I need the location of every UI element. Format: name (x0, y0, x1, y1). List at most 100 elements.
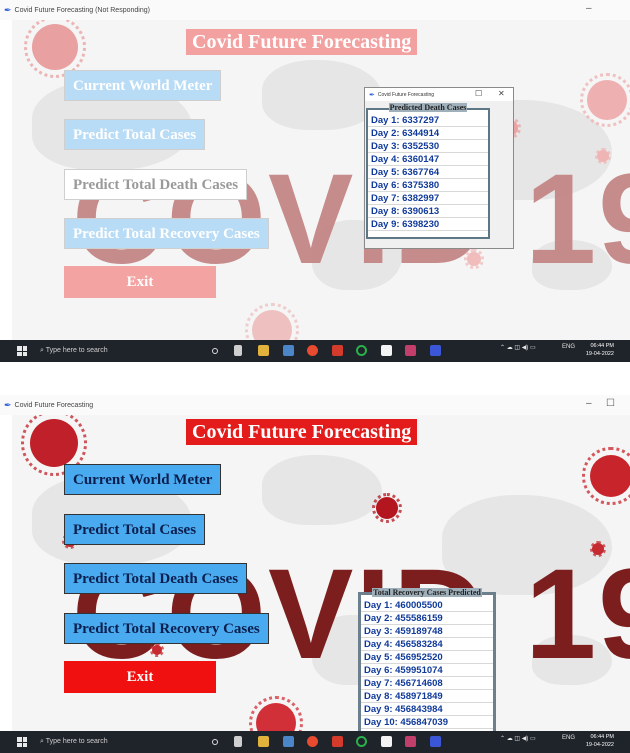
group-title-text: Predicted Death Cases (388, 103, 468, 112)
predict-total-death-cases-button[interactable]: Predict Total Death Cases (64, 169, 248, 200)
recovery-list: Day 1: 460005500 Day 2: 455586159 Day 3:… (361, 599, 493, 729)
task-view-icon[interactable] (212, 348, 218, 354)
app-canvas: COVID 19 Covid Future Forecasting Curren… (12, 20, 630, 340)
list-item: Day 10: 456847039 (361, 716, 493, 729)
virus-icon (582, 447, 630, 505)
search-placeholder: Type here to search (45, 347, 108, 354)
predict-total-death-cases-button[interactable]: Predict Total Death Cases (64, 563, 248, 594)
feather-icon[interactable] (430, 345, 441, 356)
predict-total-recovery-cases-button[interactable]: Predict Total Recovery Cases (64, 218, 269, 249)
windows-start-icon[interactable] (17, 346, 27, 356)
taskbar-search[interactable]: ⌕ Type here to search (36, 343, 196, 359)
list-item: Day 5: 456952520 (361, 651, 493, 664)
taskbar-app-icon[interactable] (405, 736, 416, 747)
list-item: Day 4: 6360147 (368, 153, 488, 166)
list-item: Day 1: 6337297 (368, 114, 488, 127)
list-item: Day 1: 460005500 (361, 599, 493, 612)
chrome-icon[interactable] (307, 345, 318, 356)
app-canvas: COVID 19 Covid Future Forecasting Curren… (12, 415, 630, 733)
list-item: Day 2: 455586159 (361, 612, 493, 625)
virus-icon (150, 643, 164, 657)
feather-icon: ✒ (369, 91, 375, 99)
predict-total-recovery-cases-button[interactable]: Predict Total Recovery Cases (64, 613, 269, 644)
taskbar-app-icon[interactable] (405, 345, 416, 356)
current-world-meter-button[interactable]: Current World Meter (64, 70, 222, 101)
virus-icon (579, 72, 630, 128)
virus-icon (248, 695, 304, 733)
list-item: Day 7: 6382997 (368, 192, 488, 205)
popup-titlebar: ✒ Covid Future Forecasting ☐ ✕ (365, 88, 513, 101)
maximize-icon[interactable]: ☐ (606, 398, 615, 409)
file-explorer-icon[interactable] (258, 736, 269, 747)
clock[interactable]: 06:44 PM 19-04-2022 (586, 733, 614, 749)
list-item: Day 7: 456714608 (361, 677, 493, 690)
search-placeholder: Type here to search (45, 738, 108, 745)
window-title: Covid Future Forecasting (14, 401, 94, 409)
language-indicator[interactable]: ENG (562, 735, 575, 741)
feather-icon: ✒ (4, 399, 12, 410)
virus-icon (372, 493, 402, 523)
system-tray[interactable]: ⌃ ☁ ◫ ◀) ▭ (500, 735, 536, 742)
taskbar-app-icon[interactable] (234, 345, 242, 356)
taskbar: ⌕ Type here to search ⌃ ☁ ◫ ◀) ▭ ENG 06:… (0, 731, 630, 753)
list-item: Day 6: 459951074 (361, 664, 493, 677)
taskbar: ⌕ Type here to search ⌃ ☁ ◫ ◀) ▭ ENG 06:… (0, 340, 630, 362)
clock[interactable]: 06:44 PM 19-04-2022 (586, 342, 614, 358)
taskbar-app-icon[interactable] (356, 736, 367, 747)
taskbar-app-icon[interactable] (381, 736, 392, 747)
death-list: Day 1: 6337297 Day 2: 6344914 Day 3: 635… (368, 114, 488, 231)
app-title: Covid Future Forecasting (186, 419, 418, 445)
minimize-icon[interactable]: – (586, 398, 592, 409)
virus-icon (244, 302, 300, 340)
group-title-text: Total Recovery Cases Predicted (372, 588, 482, 597)
task-view-icon[interactable] (212, 739, 218, 745)
taskbar-app-icon[interactable] (283, 736, 294, 747)
virus-icon (594, 147, 612, 165)
maximize-icon[interactable]: ☐ (475, 89, 482, 98)
window-titlebar: ✒ Covid Future Forecasting – ☐ (0, 395, 630, 415)
current-world-meter-button[interactable]: Current World Meter (64, 464, 222, 495)
taskbar-app-icon[interactable] (356, 345, 367, 356)
taskbar-app-icon[interactable] (332, 345, 343, 356)
clock-date: 19-04-2022 (585, 351, 614, 357)
death-prediction-popup: ✒ Covid Future Forecasting ☐ ✕ Predicted… (364, 87, 514, 249)
file-explorer-icon[interactable] (258, 345, 269, 356)
exit-button[interactable]: Exit (64, 266, 216, 298)
virus-icon (21, 415, 87, 476)
clock-date: 19-04-2022 (585, 742, 614, 748)
predict-total-cases-button[interactable]: Predict Total Cases (64, 514, 206, 545)
language-indicator[interactable]: ENG (562, 344, 575, 350)
predict-total-cases-button[interactable]: Predict Total Cases (64, 119, 206, 150)
taskbar-app-icon[interactable] (234, 736, 242, 747)
system-tray[interactable]: ⌃ ☁ ◫ ◀) ▭ (500, 344, 536, 351)
window-title: Covid Future Forecasting (Not Responding… (14, 6, 150, 14)
clock-time: 06:44 PM (590, 343, 614, 349)
list-item: Day 6: 6375380 (368, 179, 488, 192)
window-titlebar: ✒ Covid Future Forecasting (Not Respondi… (0, 0, 630, 20)
close-icon[interactable]: ✕ (498, 89, 505, 98)
list-item: Day 2: 6344914 (368, 127, 488, 140)
chrome-icon[interactable] (307, 736, 318, 747)
list-item: Day 3: 6352530 (368, 140, 488, 153)
feather-icon[interactable] (430, 736, 441, 747)
group-title: Total Recovery Cases Predicted (361, 588, 493, 598)
feather-icon: ✒ (4, 4, 12, 15)
list-item: Day 5: 6367764 (368, 166, 488, 179)
predicted-death-cases-group: Predicted Death Cases Day 1: 6337297 Day… (366, 103, 490, 239)
recovery-prediction-panel: Total Recovery Cases Predicted Day 1: 46… (358, 588, 496, 733)
popup-title: Covid Future Forecasting (377, 91, 435, 98)
taskbar-app-icon[interactable] (381, 345, 392, 356)
list-item: Day 9: 6398230 (368, 218, 488, 231)
list-item: Day 8: 458971849 (361, 690, 493, 703)
clock-time: 06:44 PM (590, 734, 614, 740)
minimize-icon[interactable]: – (586, 3, 592, 14)
taskbar-app-icon[interactable] (332, 736, 343, 747)
exit-button[interactable]: Exit (64, 661, 216, 693)
windows-start-icon[interactable] (17, 737, 27, 747)
taskbar-search[interactable]: ⌕ Type here to search (36, 734, 196, 750)
taskbar-app-icon[interactable] (283, 345, 294, 356)
group-title: Predicted Death Cases (368, 103, 488, 113)
app-title: Covid Future Forecasting (186, 29, 418, 55)
screenshot-not-responding: ✒ Covid Future Forecasting (Not Respondi… (0, 0, 630, 362)
virus-icon (464, 249, 484, 269)
